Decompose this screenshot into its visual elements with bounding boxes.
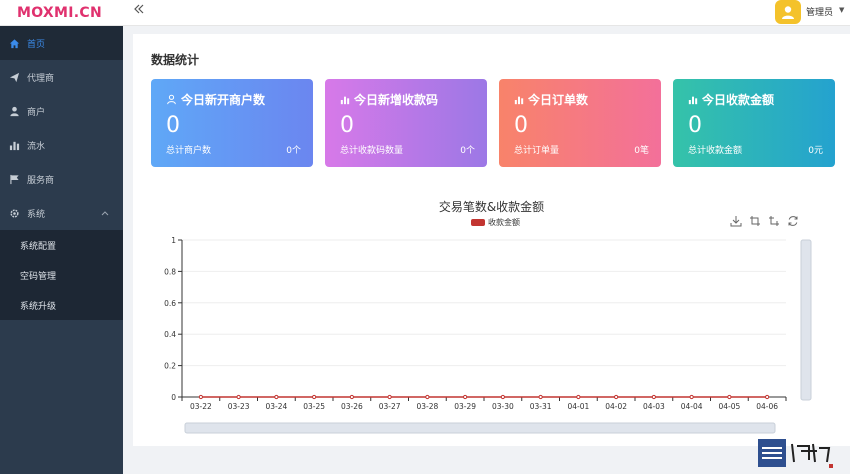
paper-plane-icon (8, 71, 20, 83)
x-tick-label: 04-01 (567, 402, 589, 411)
series-point (651, 394, 656, 400)
x-datazoom-slider (184, 422, 776, 434)
series-point (500, 394, 505, 400)
x-tick-label: 03-22 (190, 402, 212, 411)
x-tick-label: 04-04 (681, 402, 703, 411)
y-tick-label: 1 (171, 236, 176, 245)
bar-chart-icon (8, 139, 20, 151)
sidebar-subitem-system-upgrade[interactable]: 系统升级 (0, 290, 123, 320)
x-tick-label: 03-27 (379, 402, 401, 411)
sidebar-item-label: 商户 (27, 107, 46, 118)
sidebar-item-label: 代理商 (27, 73, 55, 84)
sidebar-item-label: 系统 (27, 209, 46, 220)
series-point (198, 394, 203, 400)
x-tick-label: 04-02 (605, 402, 627, 411)
series-point (614, 394, 619, 400)
sidebar-item-merchants[interactable]: 商户 (0, 94, 123, 128)
x-tick-label: 03-25 (303, 402, 325, 411)
top-bar: MOXMI.CN 管理员 ▼ (0, 0, 850, 26)
sidebar-item-home[interactable]: 首页 (0, 26, 123, 60)
x-tick-label: 03-29 (454, 402, 476, 411)
y-tick-label: 0.8 (164, 267, 176, 276)
user-avatar-icon (782, 6, 794, 19)
y-datazoom-slider (800, 239, 812, 401)
user-name[interactable]: 管理员 (806, 5, 833, 18)
dashboard-panel: 数据统计 今日新开商户数 0 总计商户数 0个 今日新增收款码 0 总计收款码数… (133, 34, 850, 446)
sidebar-item-transactions[interactable]: 流水 (0, 128, 123, 162)
y-tick-label: 0.2 (164, 362, 176, 371)
sidebar-item-label: 首页 (27, 39, 46, 50)
sidebar-item-agents[interactable]: 代理商 (0, 60, 123, 94)
series-point (463, 394, 468, 400)
y-tick-label: 0.6 (164, 299, 176, 308)
home-icon (8, 37, 20, 49)
chart-canvas: 0 0.2 0.4 0.6 0.8 1 03-22 03-23 03-24 03-25 03-26 0… (164, 236, 812, 434)
user-icon (8, 105, 20, 117)
watermark-logo (758, 439, 833, 468)
sidebar-subitem-label: 系统升级 (20, 301, 57, 312)
sidebar-item-label: 流水 (27, 141, 46, 152)
series-point (387, 394, 392, 400)
y-tick-label: 0 (171, 393, 176, 402)
series-point (349, 394, 354, 400)
double-chevron-left-icon[interactable] (133, 3, 145, 18)
x-tick-label: 03-28 (416, 402, 438, 411)
sidebar-subitem-label: 系统配置 (20, 241, 57, 252)
series-point (576, 394, 581, 400)
y-tick-label: 0.4 (164, 330, 176, 339)
sidebar: 首页 代理商 商户 流水 服务商 系统 系统配置 空码管理 系统升级 (0, 26, 123, 474)
x-tick-label: 04-03 (643, 402, 665, 411)
series-point (727, 394, 732, 400)
series-point (538, 394, 543, 400)
x-tick-label: 03-30 (492, 402, 514, 411)
series-point (236, 394, 241, 400)
sidebar-item-service-providers[interactable]: 服务商 (0, 162, 123, 196)
chevron-up-icon (101, 209, 109, 218)
sidebar-subitem-empty-code[interactable]: 空码管理 (0, 260, 123, 290)
app-logo[interactable]: MOXMI.CN (0, 0, 123, 26)
flag-icon (8, 173, 20, 185)
series-point (312, 394, 317, 400)
sidebar-subitem-system-config[interactable]: 系统配置 (0, 230, 123, 260)
sidebar-item-system[interactable]: 系统 (0, 196, 123, 230)
series-point (765, 394, 770, 400)
caret-down-icon[interactable]: ▼ (839, 6, 844, 14)
gear-icon (8, 207, 20, 219)
series-point (425, 394, 430, 400)
x-tick-label: 03-23 (228, 402, 250, 411)
x-tick-label: 03-31 (530, 402, 552, 411)
user-avatar[interactable] (775, 0, 801, 24)
x-tick-label: 03-24 (265, 402, 287, 411)
series-point (689, 394, 694, 400)
x-tick-label: 03-26 (341, 402, 363, 411)
sidebar-subitem-label: 空码管理 (20, 271, 57, 282)
x-tick-label: 04-05 (718, 402, 740, 411)
sidebar-item-label: 服务商 (27, 175, 55, 186)
series-point (274, 394, 279, 400)
x-tick-label: 04-06 (756, 402, 778, 411)
